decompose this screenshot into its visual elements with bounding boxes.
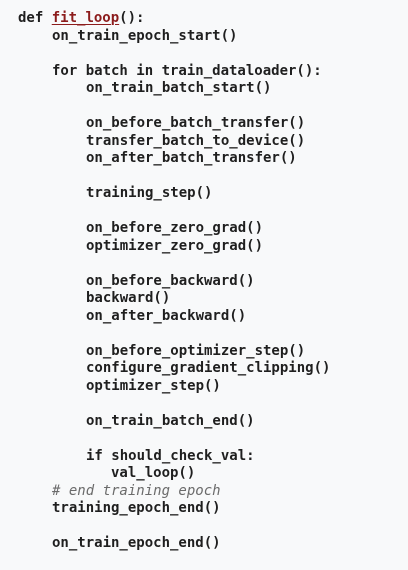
code-line: training_epoch_end() [52, 500, 221, 516]
def-keyword: def [18, 10, 44, 26]
code-line: if should_check_val: [86, 447, 255, 464]
code-line: on_before_batch_transfer() [86, 115, 306, 131]
code-line: transfer_batch_to_device() [86, 132, 306, 149]
code-comment: # end training epoch [52, 482, 221, 499]
def-suffix: (): [119, 10, 145, 26]
code-line-def: def fit_loop(): [18, 10, 408, 28]
code-line: for batch in train_dataloader(): [52, 62, 322, 79]
code-line: on_before_backward() [86, 272, 255, 289]
code-line: configure_gradient_clipping() [86, 360, 331, 376]
code-line: on_train_batch_start() [86, 80, 272, 96]
code-line: optimizer_zero_grad() [86, 237, 264, 254]
code-line: training_step() [86, 185, 213, 201]
function-name-link[interactable]: fit_loop [52, 10, 119, 26]
code-line: on_train_batch_end() [86, 412, 255, 429]
code-line: on_before_zero_grad() [86, 220, 264, 236]
code-line: on_before_optimizer_step() [86, 342, 306, 359]
code-line: backward() [86, 290, 171, 306]
code-line: on_train_epoch_start() [52, 27, 238, 44]
code-block: def fit_loop(): on_train_epoch_start()for… [0, 0, 408, 570]
code-line: val_loop() [111, 465, 196, 481]
code-line: optimizer_step() [86, 377, 221, 394]
code-line: on_after_batch_transfer() [86, 150, 297, 166]
code-line: on_train_epoch_end() [52, 535, 221, 551]
code-line: on_after_backward() [86, 307, 247, 324]
